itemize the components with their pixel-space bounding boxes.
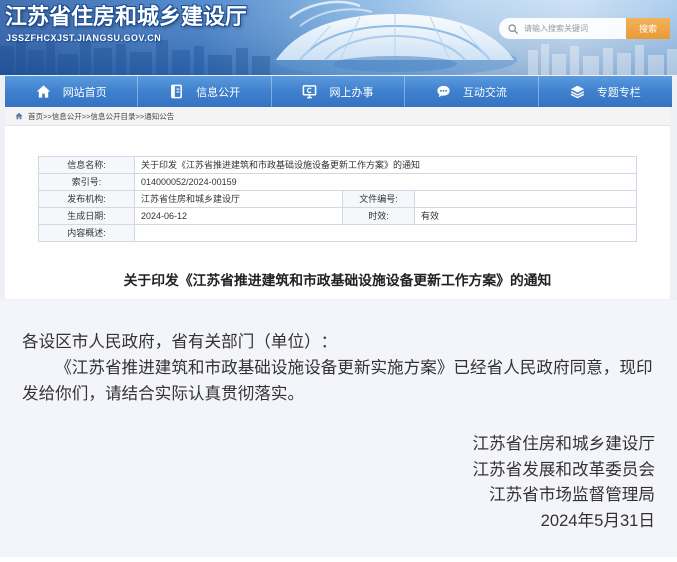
letter-signatures: 江苏省住房和城乡建设厅 江苏省发展和改革委员会 江苏省市场监督管理局 2024年…: [472, 431, 655, 534]
nav-item-label: 网上办事: [329, 86, 374, 99]
info-label-validity: 时效:: [342, 207, 415, 225]
site-domain: JSSZFHCXJST.JIANGSU.GOV.CN: [6, 33, 162, 43]
signatory-housing-dept: 江苏省住房和城乡建设厅: [472, 434, 655, 453]
nav-item-info-disclosure[interactable]: 信息公开: [138, 76, 272, 107]
search-bar: 搜索: [499, 18, 670, 39]
breadcrumb-item-info-disclosure[interactable]: 信息公开: [52, 111, 82, 122]
breadcrumb-separator: >>: [135, 111, 145, 121]
layers-icon: [570, 84, 585, 99]
breadcrumb-separator: >>: [43, 111, 52, 121]
notebook-icon: [169, 84, 184, 99]
nav-item-online-service[interactable]: 网上办事: [272, 76, 406, 107]
info-metadata-table: 信息名称: 关于印发《江苏省推进建筑和市政基础设施设备更新工作方案》的通知 索引…: [38, 156, 638, 242]
info-value-doc-number: [413, 190, 638, 208]
main-nav: 网站首页 信息公开 网上办事 互动交流 专题专栏: [5, 76, 672, 107]
info-value-index: 014000052/2024-00159: [133, 173, 638, 191]
nav-item-home[interactable]: 网站首页: [5, 76, 139, 107]
monitor-icon: [302, 84, 317, 99]
info-label-date: 生成日期:: [38, 207, 135, 225]
info-row-publisher: 发布机构: 江苏省住房和城乡建设厅 文件编号:: [38, 190, 638, 208]
info-label-title: 信息名称:: [38, 156, 135, 174]
breadcrumb-separator: >>: [81, 111, 91, 121]
nav-item-label: 互动交流: [462, 86, 507, 99]
breadcrumb: 首页 >> 信息公开 >> 信息公开目录 >> 通知公告: [5, 107, 670, 126]
nav-item-special-topics[interactable]: 专题专栏: [539, 76, 672, 107]
info-label-index: 索引号:: [38, 173, 135, 191]
breadcrumb-item-info-catalog[interactable]: 信息公开目录: [91, 111, 136, 122]
search-icon: [508, 23, 518, 34]
info-value-title: 关于印发《江苏省推进建筑和市政基础设施设备更新工作方案》的通知: [133, 156, 638, 174]
page-bottom-strip: [0, 557, 677, 562]
info-row-summary: 内容概述:: [38, 224, 638, 242]
nav-item-label: 网站首页: [62, 86, 107, 99]
nav-item-label: 信息公开: [196, 86, 241, 99]
site-title[interactable]: 江苏省住房和城乡建设厅: [5, 4, 247, 30]
info-label-publisher: 发布机构:: [38, 190, 135, 208]
info-label-summary: 内容概述:: [38, 224, 135, 242]
signatory-market-regulation: 江苏省市场监督管理局: [489, 485, 655, 505]
info-value-validity: 有效: [413, 207, 638, 225]
signatory-development-commission: 江苏省发展和改革委员会: [472, 459, 655, 479]
article-title: 关于印发《江苏省推进建筑和市政基础设施设备更新工作方案》的通知: [123, 273, 552, 288]
letter-salutation: 各设区市人民政府，省有关部门（单位）：: [22, 332, 338, 351]
letter-body: 各设区市人民政府，省有关部门（单位）： 《江苏省推进建筑和市政基础设施设备更新实…: [0, 300, 677, 557]
info-value-date: 2024-06-12: [134, 207, 343, 225]
info-row-index: 索引号: 014000052/2024-00159: [38, 173, 638, 191]
letter-text: 各设区市人民政府，省有关部门（单位）： 《江苏省推进建筑和市政基础设施设备更新实…: [22, 329, 656, 407]
content-card: 首页 >> 信息公开 >> 信息公开目录 >> 通知公告 信息名称: 关于印发《…: [5, 107, 670, 299]
info-row-title: 信息名称: 关于印发《江苏省推进建筑和市政基础设施设备更新工作方案》的通知: [38, 156, 638, 174]
info-value-summary: [133, 224, 638, 242]
letter-paragraph: 《江苏省推进建筑和市政基础设施设备更新实施方案》已经省人民政府同意，现印发给你们…: [22, 358, 653, 403]
info-label-doc-number: 文件编号:: [342, 190, 415, 208]
nav-item-interaction[interactable]: 互动交流: [405, 76, 539, 107]
chat-bubble-icon: [436, 84, 451, 99]
breadcrumb-item-notices[interactable]: 通知公告: [144, 111, 174, 122]
search-input[interactable]: [524, 20, 624, 37]
info-value-publisher: 江苏省住房和城乡建设厅: [134, 190, 343, 208]
home-icon: [36, 84, 51, 99]
breadcrumb-item-home[interactable]: 首页: [28, 111, 43, 122]
site-banner: 江苏省住房和城乡建设厅 JSSZFHCXJST.JIANGSU.GOV.CN 搜…: [0, 0, 677, 75]
search-box[interactable]: [499, 18, 626, 39]
info-row-date: 生成日期: 2024-06-12 时效: 有效: [38, 207, 638, 225]
nav-item-label: 专题专栏: [596, 86, 641, 99]
letter-date: 2024年5月31日: [540, 511, 655, 531]
search-button[interactable]: 搜索: [626, 18, 670, 39]
breadcrumb-home-icon[interactable]: [15, 112, 23, 120]
